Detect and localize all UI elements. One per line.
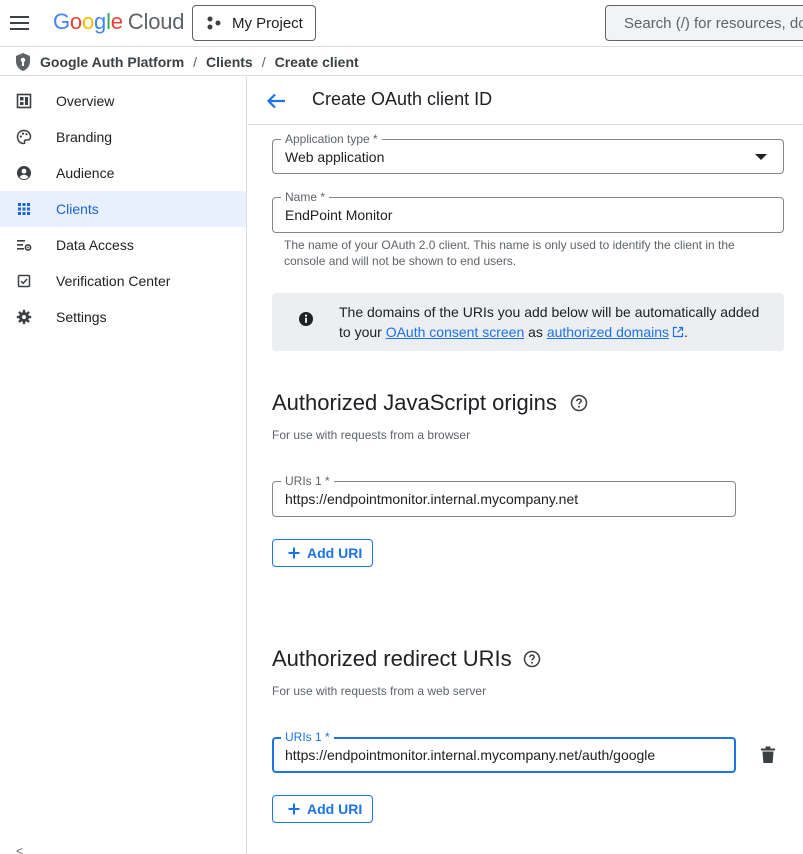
sidebar-item-branding[interactable]: Branding [0, 119, 246, 155]
search-placeholder: Search (/) for resources, docs [624, 14, 803, 32]
apps-grid-icon [18, 203, 30, 215]
info-banner: The domains of the URIs you add below wi… [272, 293, 784, 351]
dashboard-icon [16, 93, 32, 109]
hamburger-menu-icon[interactable] [10, 13, 30, 33]
top-bar: Google Cloud My Project Search (/) for re… [0, 0, 803, 47]
breadcrumb: Google Auth Platform / Clients / Create … [0, 48, 803, 76]
info-icon [299, 312, 313, 326]
client-name-helper: The name of your OAuth 2.0 client. This … [284, 238, 735, 268]
help-icon[interactable] [523, 650, 541, 668]
page-header: Create OAuth client ID [248, 77, 803, 125]
external-link-icon [672, 326, 684, 338]
redirect-uris-title: Authorized redirect URIs [272, 646, 512, 671]
breadcrumb-create-client: Create client [274, 53, 359, 70]
authorized-domains-link[interactable]: authorized domains [547, 324, 684, 340]
info-banner-text: The domains of the URIs you add below wi… [339, 304, 760, 340]
sidebar-item-label: Audience [56, 165, 115, 181]
tune-settings-icon [17, 240, 32, 251]
js-origin-uri-input[interactable]: URIs 1 * https://endpointmonitor.interna… [272, 474, 736, 517]
palette-icon [16, 129, 32, 145]
breadcrumb-auth-platform[interactable]: Google Auth Platform [40, 54, 184, 70]
oauth-consent-screen-link[interactable]: OAuth consent screen [386, 324, 525, 340]
redirect-uris-subtitle: For use with requests from a web server [272, 684, 487, 698]
trash-icon[interactable] [760, 746, 776, 764]
sidebar: Overview Branding Audience Clients Data … [0, 77, 247, 854]
add-redirect-uri-button[interactable]: Add URI [272, 795, 373, 823]
sidebar-item-settings[interactable]: Settings [0, 299, 246, 335]
verified-checkbox-icon [17, 274, 31, 288]
plus-icon [288, 547, 300, 559]
redirect-uri-label: URIs 1 * [281, 730, 334, 744]
application-type-select[interactable]: Application type * Web application [272, 132, 784, 174]
plus-icon [288, 803, 300, 815]
breadcrumb-separator: / [261, 53, 266, 70]
client-name-input[interactable]: Name * EndPoint Monitor [272, 190, 784, 233]
sidebar-collapse-icon[interactable]: < [16, 844, 23, 854]
project-picker-button[interactable]: My Project [192, 5, 316, 41]
dropdown-caret-icon[interactable] [755, 154, 767, 160]
sidebar-item-verification-center[interactable]: Verification Center [0, 263, 246, 299]
help-icon[interactable] [570, 394, 588, 412]
sidebar-item-label: Clients [56, 201, 99, 217]
sidebar-item-label: Settings [56, 309, 107, 325]
js-origin-uri-label: URIs 1 * [281, 474, 334, 488]
sidebar-item-label: Overview [56, 93, 115, 109]
gear-icon [16, 309, 32, 325]
breadcrumb-clients[interactable]: Clients [206, 54, 253, 70]
sidebar-item-data-access[interactable]: Data Access [0, 227, 246, 263]
sidebar-item-audience[interactable]: Audience [0, 155, 246, 191]
js-origins-title: Authorized JavaScript origins [272, 390, 557, 415]
sidebar-item-label: Data Access [56, 237, 134, 253]
client-name-value: EndPoint Monitor [285, 207, 393, 223]
project-label: My Project [232, 14, 303, 32]
shield-icon [16, 52, 30, 71]
js-origin-uri-value: https://endpointmonitor.internal.mycompa… [285, 491, 579, 507]
sidebar-item-overview[interactable]: Overview [0, 83, 246, 119]
account-circle-icon [17, 166, 31, 180]
client-name-label: Name * [281, 190, 330, 204]
add-js-origin-uri-button[interactable]: Add URI [272, 539, 373, 567]
sidebar-item-label: Verification Center [56, 273, 171, 289]
project-hub-icon [207, 16, 221, 30]
google-cloud-logo[interactable]: Google Cloud [53, 9, 184, 35]
redirect-uri-value: https://endpointmonitor.internal.mycompa… [285, 747, 656, 763]
search-input[interactable]: Search (/) for resources, docs [605, 5, 803, 41]
sidebar-item-clients[interactable]: Clients [0, 191, 246, 227]
js-origins-subtitle: For use with requests from a browser [272, 428, 471, 442]
back-arrow-icon[interactable] [265, 90, 287, 112]
page-title: Create OAuth client ID [312, 89, 493, 109]
redirect-uri-input[interactable]: URIs 1 * https://endpointmonitor.interna… [272, 730, 736, 773]
application-type-value: Web application [285, 149, 385, 165]
application-type-label: Application type * [281, 132, 382, 146]
main-content: Create OAuth client ID Application type … [248, 77, 803, 854]
breadcrumb-separator: / [193, 53, 198, 70]
sidebar-item-label: Branding [56, 129, 113, 145]
